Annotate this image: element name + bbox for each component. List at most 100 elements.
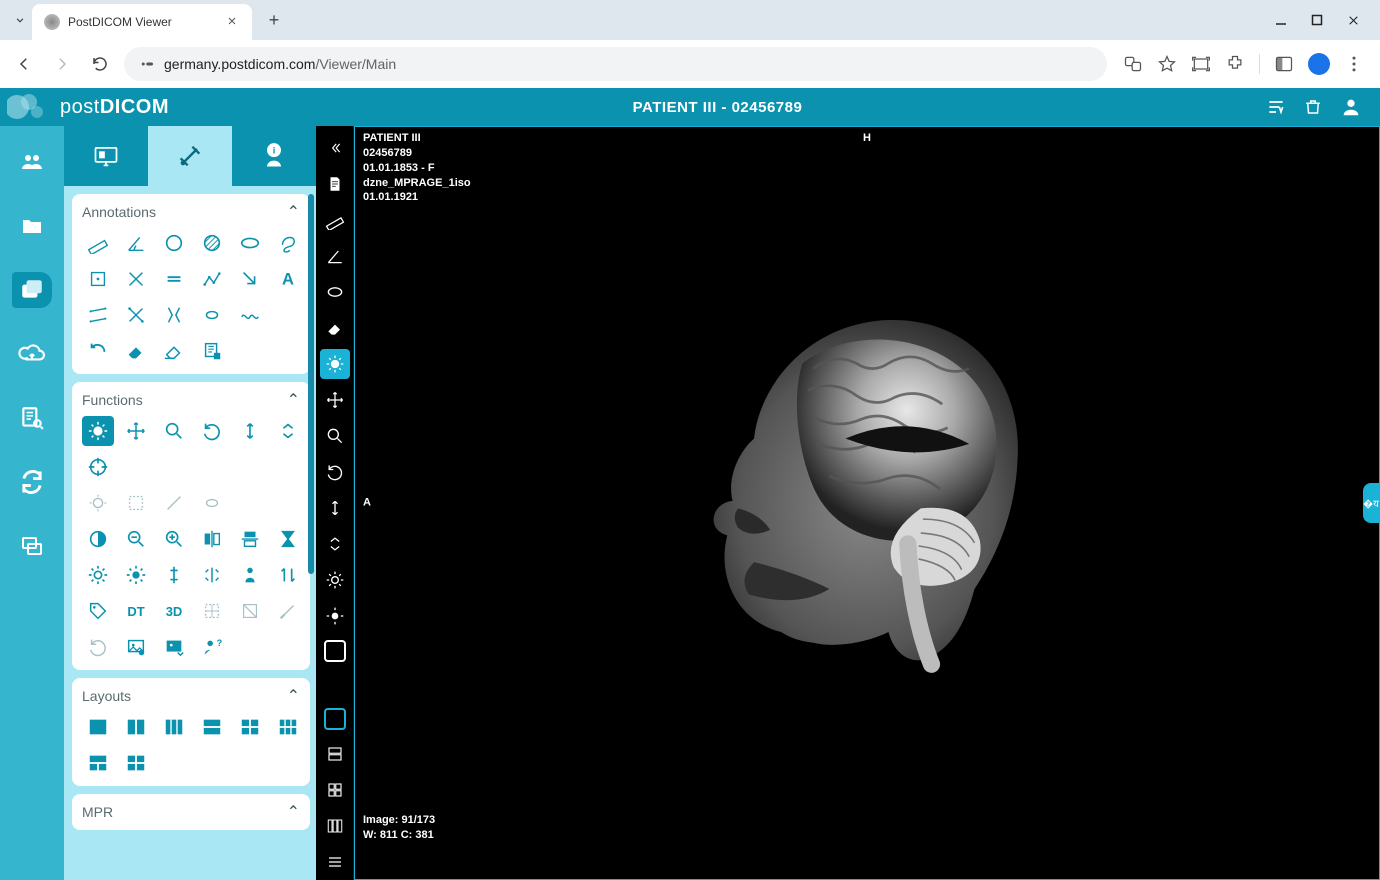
strip-layout-rows[interactable]	[320, 739, 350, 769]
circle-tool[interactable]	[158, 228, 190, 258]
layout-2x2[interactable]	[234, 712, 266, 742]
layout-1x2[interactable]	[120, 712, 152, 742]
hatched-circle-tool[interactable]	[196, 228, 228, 258]
strip-gear2-icon[interactable]	[320, 601, 350, 631]
trash-icon[interactable]	[1304, 97, 1322, 117]
strip-scroll-icon[interactable]	[320, 493, 350, 523]
angle-tool[interactable]	[120, 228, 152, 258]
layout-2x3[interactable]	[272, 712, 304, 742]
gear-auto-tool[interactable]	[120, 560, 152, 590]
profile-avatar[interactable]	[1308, 53, 1330, 75]
tools-tab-display[interactable]	[64, 126, 148, 186]
sidepanel-icon[interactable]	[1274, 54, 1294, 74]
url-field[interactable]: germany.postdicom.com/Viewer/Main	[124, 47, 1107, 81]
sort-icon[interactable]	[1266, 97, 1286, 117]
undo-button[interactable]	[82, 336, 114, 366]
rail-screens[interactable]	[12, 528, 52, 564]
calipers-tool[interactable]	[158, 300, 190, 330]
flip-horizontal-tool[interactable]	[196, 524, 228, 554]
strip-layout-3cols[interactable]	[320, 811, 350, 841]
strip-zoom-icon[interactable]	[320, 421, 350, 451]
translate-icon[interactable]	[1123, 54, 1143, 74]
tools-panel-scroll[interactable]: Annotations ⌃	[64, 186, 316, 880]
rail-patients[interactable]	[12, 144, 52, 180]
tab-close-button[interactable]	[226, 15, 240, 29]
layout-1x1[interactable]	[82, 712, 114, 742]
kebab-menu-icon[interactable]	[1344, 54, 1364, 74]
zoom-tool[interactable]	[158, 416, 190, 446]
ruler-tool[interactable]	[82, 228, 114, 258]
zoom-in-tool[interactable]	[158, 524, 190, 554]
layout-2x1[interactable]	[196, 712, 228, 742]
hourglass-tool[interactable]	[272, 524, 304, 554]
zoom-out-tool[interactable]	[120, 524, 152, 554]
freehand-roi-tool[interactable]	[272, 228, 304, 258]
layout-2-over-1x2[interactable]	[120, 748, 152, 778]
window-maximize-button[interactable]	[1311, 14, 1323, 26]
user-icon[interactable]	[1340, 96, 1362, 118]
layout-1-over-2[interactable]	[82, 748, 114, 778]
text-tool[interactable]: A	[272, 264, 304, 294]
site-info-icon[interactable]	[138, 55, 156, 73]
ellipse-tool[interactable]	[234, 228, 266, 258]
tools-tab-info[interactable]: i	[232, 126, 316, 186]
strip-pan-icon[interactable]	[320, 385, 350, 415]
bidirectional-tool[interactable]	[120, 300, 152, 330]
point-tool[interactable]	[82, 264, 114, 294]
tools-scrollbar-thumb[interactable]	[308, 194, 314, 574]
strip-layout-grid[interactable]	[320, 775, 350, 805]
dt-tool[interactable]: DT	[120, 596, 152, 626]
vertical-slider-tool[interactable]	[158, 560, 190, 590]
invert-tool[interactable]	[82, 524, 114, 554]
bookmark-star-icon[interactable]	[1157, 54, 1177, 74]
parallel-lines-tool[interactable]	[158, 264, 190, 294]
rail-images[interactable]	[12, 272, 52, 308]
swap-tool[interactable]	[272, 560, 304, 590]
scroll-vertical-tool[interactable]	[234, 416, 266, 446]
back-button[interactable]	[10, 50, 38, 78]
strip-collapse[interactable]	[320, 133, 350, 163]
crosshair-tool[interactable]	[82, 452, 114, 482]
wave-tool[interactable]	[234, 300, 266, 330]
tag-tool[interactable]	[82, 596, 114, 626]
strip-stack-icon[interactable]	[320, 529, 350, 559]
stack-scroll-tool[interactable]	[272, 416, 304, 446]
export-image-tool[interactable]	[120, 632, 152, 662]
anonymize-tool[interactable]: ?	[196, 632, 228, 662]
polyline-tool[interactable]	[196, 264, 228, 294]
strip-ellipse-icon[interactable]	[320, 277, 350, 307]
screenshot-icon[interactable]	[1191, 54, 1211, 74]
right-panel-toggle[interactable]: �य	[1363, 483, 1379, 523]
annotations-header[interactable]: Annotations ⌃	[82, 202, 300, 222]
flip-vertical-tool[interactable]	[234, 524, 266, 554]
browser-tab[interactable]: PostDICOM Viewer	[32, 4, 252, 40]
windowlevel-tool[interactable]	[82, 416, 114, 446]
erase-all-tool[interactable]	[158, 336, 190, 366]
copy-annotations-tool[interactable]	[196, 336, 228, 366]
spread-tool[interactable]	[196, 560, 228, 590]
rail-sync[interactable]	[12, 464, 52, 500]
window-close-button[interactable]	[1347, 14, 1360, 27]
extensions-icon[interactable]	[1225, 54, 1245, 74]
strip-document-icon[interactable]	[320, 169, 350, 199]
rail-folder[interactable]	[12, 208, 52, 244]
strip-angle-icon[interactable]	[320, 241, 350, 271]
gear-tool[interactable]	[82, 560, 114, 590]
person-tool[interactable]	[234, 560, 266, 590]
reload-button[interactable]	[86, 50, 114, 78]
eraser-tool[interactable]	[120, 336, 152, 366]
window-minimize-button[interactable]	[1275, 14, 1287, 26]
arrow-tool[interactable]	[234, 264, 266, 294]
new-tab-button[interactable]: +	[260, 6, 288, 34]
functions-header[interactable]: Functions ⌃	[82, 390, 300, 410]
cobb-angle-tool[interactable]	[82, 300, 114, 330]
strip-ruler-icon[interactable]	[320, 205, 350, 235]
tab-list-button[interactable]	[8, 8, 32, 32]
strip-windowlevel-active[interactable]	[320, 349, 350, 379]
forward-button[interactable]	[48, 50, 76, 78]
rotate-tool[interactable]	[196, 416, 228, 446]
layouts-header[interactable]: Layouts ⌃	[82, 686, 300, 706]
strip-layout-1x2[interactable]	[324, 674, 346, 696]
strip-layout-1x1[interactable]	[324, 640, 346, 662]
strip-eraser-icon[interactable]	[320, 313, 350, 343]
